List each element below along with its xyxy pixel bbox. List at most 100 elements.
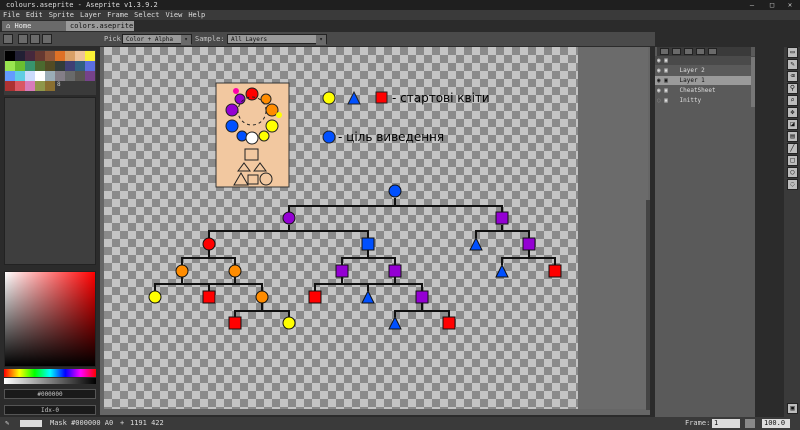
color-saturation-picker[interactable] <box>4 271 96 367</box>
palette-swatch[interactable] <box>25 71 35 81</box>
minimize-button[interactable]: – <box>742 0 762 10</box>
palette-menu-button[interactable] <box>3 34 13 44</box>
maximize-button[interactable]: □ <box>762 0 782 10</box>
palette-swatch[interactable] <box>85 51 95 61</box>
layer-row[interactable]: ○ ▣ Initty <box>655 96 755 105</box>
palette-swatch[interactable] <box>55 51 65 61</box>
frame-stepper[interactable] <box>745 419 755 428</box>
palette-swatch[interactable] <box>65 51 75 61</box>
eyedropper-tool-icon[interactable]: ⚲ <box>787 83 798 94</box>
palette-swatch[interactable] <box>55 61 65 71</box>
palette-swatch[interactable] <box>75 51 85 61</box>
contour-tool-icon[interactable]: ◌ <box>787 179 798 190</box>
palette-swatch[interactable] <box>15 61 25 71</box>
node-target <box>388 184 402 198</box>
palette-sort-button[interactable] <box>30 34 40 44</box>
play-button[interactable] <box>684 48 693 55</box>
frame-field[interactable]: 1 <box>712 419 740 428</box>
marquee-tool-icon[interactable]: ▭ <box>787 47 798 58</box>
palette-swatch[interactable] <box>65 61 75 71</box>
node-circle <box>202 237 216 251</box>
palette-swatch[interactable] <box>25 61 35 71</box>
palette-swatch[interactable] <box>25 51 35 61</box>
lock-icon[interactable]: ▣ <box>664 87 668 94</box>
node-triangle <box>361 289 375 304</box>
eraser-tool-icon[interactable]: ⌫ <box>787 71 798 82</box>
frame-cells[interactable] <box>751 57 755 107</box>
palette-edit-button[interactable] <box>18 34 28 44</box>
palette-swatch[interactable] <box>45 81 55 91</box>
left-panel: 8 #000000 Idx-0 <box>0 47 100 417</box>
palette-swatch[interactable] <box>35 61 45 71</box>
tab-home[interactable]: ⌂ Home <box>2 21 70 31</box>
palette-swatch[interactable] <box>85 71 95 81</box>
palette-swatch[interactable] <box>65 71 75 81</box>
menu-frame[interactable]: Frame <box>104 10 131 20</box>
index-color-field[interactable]: Idx-0 <box>4 405 96 415</box>
palette-swatch[interactable] <box>55 71 65 81</box>
menu-view[interactable]: View <box>162 10 185 20</box>
line-tool-icon[interactable]: ╱ <box>787 143 798 154</box>
gradient-tool-icon[interactable]: ▤ <box>787 131 798 142</box>
menu-edit[interactable]: Edit <box>23 10 46 20</box>
palette-swatch[interactable] <box>35 71 45 81</box>
eye-icon[interactable]: ◉ <box>657 77 661 84</box>
node-circle <box>228 264 242 278</box>
layer-name: Layer 1 <box>679 77 705 84</box>
node-triangle <box>469 236 483 251</box>
close-button[interactable]: ✕ <box>780 0 800 10</box>
palette-swatch[interactable] <box>35 81 45 91</box>
palette-swatch[interactable] <box>15 71 25 81</box>
alpha-slider[interactable] <box>4 378 96 384</box>
last-frame-button[interactable] <box>708 48 717 55</box>
palette-swatch[interactable] <box>75 71 85 81</box>
palette-swatch[interactable] <box>15 51 25 61</box>
eye-closed-icon[interactable]: ○ <box>657 97 661 104</box>
palette-swatch[interactable] <box>25 81 35 91</box>
tab-colors[interactable]: colors.aseprite <box>66 21 134 31</box>
palette-options-button[interactable] <box>42 34 52 44</box>
eye-icon[interactable]: ◉ <box>657 87 661 94</box>
palette-swatch[interactable] <box>5 61 15 71</box>
prev-frame-button[interactable] <box>672 48 681 55</box>
vertical-scrollbar[interactable] <box>646 200 650 410</box>
next-frame-button[interactable] <box>696 48 705 55</box>
move-tool-icon[interactable]: ✥ <box>787 107 798 118</box>
lock-icon[interactable]: ▣ <box>664 67 668 74</box>
palette-swatch[interactable] <box>45 61 55 71</box>
menu-sprite[interactable]: Sprite <box>46 10 77 20</box>
eye-icon[interactable]: ◉ <box>657 67 661 74</box>
palette-swatch[interactable] <box>5 71 15 81</box>
node-circle <box>175 264 189 278</box>
menu-help[interactable]: Help <box>185 10 208 20</box>
zoom-tool-icon[interactable]: ⌕ <box>787 95 798 106</box>
palette-swatch[interactable] <box>45 51 55 61</box>
zoom-field[interactable]: 100.0 <box>762 419 790 428</box>
lock-icon[interactable]: ▣ <box>664 77 668 84</box>
hex-color-field[interactable]: #000000 <box>4 389 96 399</box>
ellipse-tool-icon[interactable]: ○ <box>787 167 798 178</box>
preview-tool-icon[interactable]: ▣ <box>787 403 798 414</box>
bucket-tool-icon[interactable]: ◪ <box>787 119 798 130</box>
layer-row[interactable]: ◉ ▣ Layer 1 <box>655 76 755 85</box>
menu-layer[interactable]: Layer <box>77 10 104 20</box>
palette-swatch[interactable] <box>75 61 85 71</box>
palette-swatch[interactable] <box>45 71 55 81</box>
menu-select[interactable]: Select <box>131 10 162 20</box>
hue-slider[interactable] <box>4 369 96 377</box>
rectangle-tool-icon[interactable]: □ <box>787 155 798 166</box>
palette-swatch[interactable] <box>5 51 15 61</box>
palette-swatch[interactable] <box>5 81 15 91</box>
palette-swatch[interactable] <box>15 81 25 91</box>
layer-row[interactable]: ◉ ▣ CheatSheet <box>655 86 755 95</box>
pencil-tool-icon[interactable]: ✎ <box>787 59 798 70</box>
palette-swatch[interactable] <box>35 51 45 61</box>
layer-row[interactable]: ◉ ▣ Layer 2 <box>655 66 755 75</box>
palette-swatch[interactable] <box>85 61 95 71</box>
lock-icon[interactable]: ▣ <box>664 97 668 104</box>
pick-dropdown[interactable]: Color + Alpha ▾ <box>122 34 192 45</box>
sample-dropdown[interactable]: All Layers ▾ <box>227 34 327 45</box>
menu-file[interactable]: File <box>0 10 23 20</box>
first-frame-button[interactable] <box>660 48 669 55</box>
home-icon: ⌂ <box>6 22 11 30</box>
